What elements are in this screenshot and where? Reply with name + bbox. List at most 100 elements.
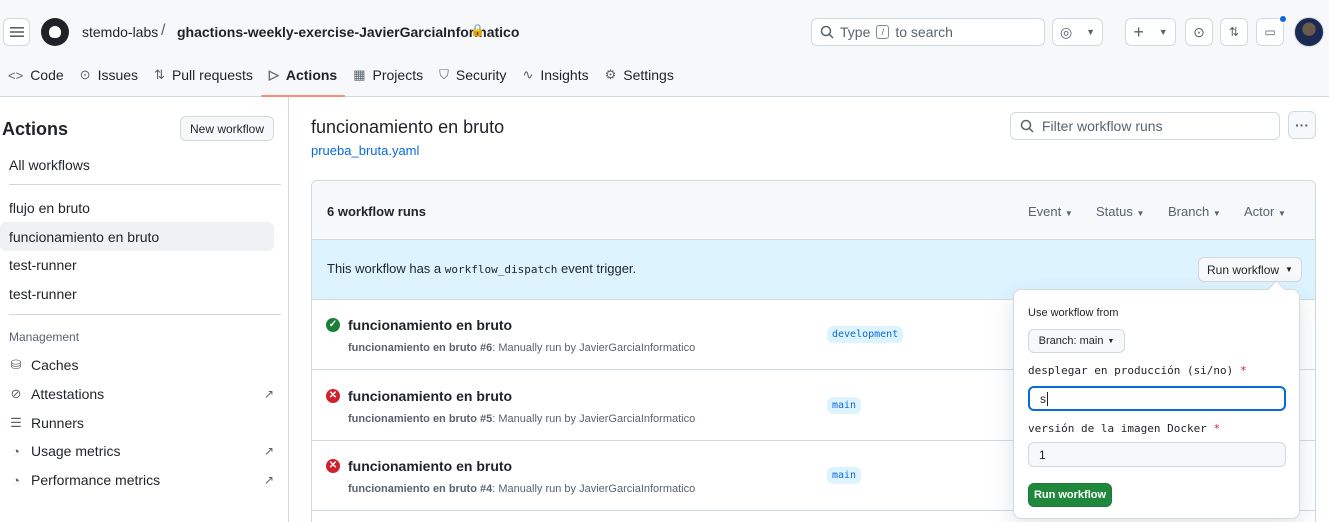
branch-select-button[interactable]: Branch: main ▼ <box>1028 329 1125 353</box>
input-value: 1 <box>1039 447 1046 462</box>
sidebar-title: Actions <box>2 119 69 139</box>
docker-version-input[interactable]: 1 <box>1028 442 1286 467</box>
tab-pull-requests[interactable]: ⇅ Pull requests <box>146 60 261 90</box>
sidebar-item-label: Usage metrics <box>31 443 121 459</box>
run-number: #4 <box>480 483 493 495</box>
code-icon: <> <box>8 67 24 83</box>
run-subtitle: funcionamiento en bruto #4: Manually run… <box>348 483 695 495</box>
x-circle-icon: ✕ <box>326 459 340 473</box>
meter-icon: ◔ <box>12 443 20 459</box>
banner-code: workflow_dispatch <box>444 263 558 276</box>
check-circle-icon: ✓ <box>326 318 340 332</box>
run-detail: : Manually run by JavierGarciaInformatic… <box>492 483 696 495</box>
create-new-button[interactable]: + ▼ <box>1125 18 1176 46</box>
tab-insights[interactable]: ∿ Insights <box>514 60 596 90</box>
sidebar-divider <box>9 184 281 185</box>
sidebar-divider <box>9 314 281 315</box>
run-workflow-name: funcionamiento en bruto <box>348 483 477 495</box>
filter-event[interactable]: Event ▼ <box>1028 204 1073 219</box>
management-heading: Management <box>9 330 80 344</box>
breadcrumb-separator: / <box>161 22 166 39</box>
run-title[interactable]: funcionamiento en bruto <box>348 458 512 474</box>
filter-label: Actor <box>1244 204 1275 219</box>
run-title[interactable]: funcionamiento en bruto <box>348 388 512 404</box>
sidebar-item-workflow[interactable]: test-runner <box>0 279 274 308</box>
filter-label: Status <box>1096 204 1133 219</box>
tab-issues[interactable]: ⊙ Issues <box>72 60 146 90</box>
new-workflow-button[interactable]: New workflow <box>180 116 274 141</box>
triangle-down-icon: ▼ <box>1285 265 1293 274</box>
github-logo-icon[interactable] <box>41 18 69 46</box>
branch-badge[interactable]: main <box>827 397 862 414</box>
branch-badge[interactable]: main <box>827 467 862 484</box>
run-workflow-dropdown-button[interactable]: Run workflow ▼ <box>1198 257 1302 282</box>
branch-badge[interactable]: development <box>827 326 904 343</box>
external-link-icon: ↗ <box>263 387 274 401</box>
sidebar-item-workflow-selected[interactable]: funcionamiento en bruto <box>0 222 274 251</box>
run-detail: : Manually run by JavierGarciaInformatic… <box>492 342 696 354</box>
sidebar-item-label: Caches <box>31 357 79 373</box>
repo-nav: <> Code ⊙ Issues ⇅ Pull requests ▷ Actions ▦… <box>0 60 682 97</box>
avatar[interactable] <box>1294 17 1324 47</box>
breadcrumb-repo[interactable]: ghactions-weekly-exercise-JavierGarciaIn… <box>177 24 519 40</box>
run-subtitle: funcionamiento en bruto #5: Manually run… <box>348 413 695 425</box>
filter-branch[interactable]: Branch ▼ <box>1168 204 1221 219</box>
filter-actor[interactable]: Actor ▼ <box>1244 204 1286 219</box>
issue-icon: ⊙ <box>79 67 91 82</box>
breadcrumb-owner[interactable]: stemdo-labs <box>82 24 158 40</box>
tab-actions[interactable]: ▷ Actions <box>260 60 346 97</box>
tab-settings[interactable]: ⚙ Settings <box>597 60 682 90</box>
run-title[interactable]: funcionamiento en bruto <box>348 317 512 333</box>
triangle-down-icon: ▼ <box>1277 209 1286 218</box>
filter-status[interactable]: Status ▼ <box>1096 204 1144 219</box>
sidebar-item-usage-metrics[interactable]: ◔ Usage metrics ↗ <box>9 439 274 463</box>
sidebar-item-caches[interactable]: ⛁ Caches <box>9 353 274 377</box>
sidebar-item-workflow[interactable]: test-runner <box>0 250 274 279</box>
run-number: #6 <box>480 342 493 354</box>
menu-button[interactable] <box>3 18 30 46</box>
tab-label: Security <box>455 67 507 83</box>
filter-label: Branch <box>1168 204 1210 219</box>
run-workflow-submit-button[interactable]: Run workflow <box>1028 483 1112 507</box>
chevron-down-icon: ▼ <box>1086 27 1096 37</box>
sidebar-item-attestations[interactable]: ⊘ Attestations ↗ <box>9 382 274 406</box>
table-icon: ▦ <box>353 67 366 82</box>
sidebar-item-performance-metrics[interactable]: ◔ Performance metrics ↗ <box>9 468 274 492</box>
tab-label: Code <box>30 67 64 83</box>
workflow-title: funcionamiento en bruto <box>311 117 505 137</box>
kebab-horizontal-icon: ··· <box>1295 117 1309 133</box>
notification-indicator <box>1279 15 1287 23</box>
more-options-button[interactable]: ··· <box>1288 111 1316 139</box>
deploy-production-input[interactable]: s <box>1028 386 1286 411</box>
search-input[interactable]: Type / to search <box>811 18 1045 46</box>
play-icon: ▷ <box>268 67 279 82</box>
issues-button[interactable]: ⊙ <box>1185 18 1213 46</box>
sidebar-item-all-workflows[interactable]: All workflows <box>0 150 274 179</box>
meter-icon: ◔ <box>12 472 20 488</box>
search-placeholder-suffix: to search <box>895 24 953 40</box>
workflow-file-link[interactable]: prueba_bruta.yaml <box>311 143 419 158</box>
sidebar-item-runners[interactable]: ☰ Runners <box>9 411 274 435</box>
run-workflow-name: funcionamiento en bruto <box>348 413 477 425</box>
lock-icon: 🔒 <box>470 23 485 37</box>
filter-placeholder: Filter workflow runs <box>1042 118 1163 134</box>
tab-security[interactable]: ⛉ Security <box>431 60 514 90</box>
tab-label: Issues <box>97 67 139 83</box>
input-label-docker-version: versión de la imagen Docker * <box>1028 422 1220 435</box>
repo-header: stemdo-labs / ghactions-weekly-exercise-… <box>0 0 1329 97</box>
sidebar-item-workflow[interactable]: flujo en bruto <box>0 193 274 222</box>
server-icon: ☰ <box>10 415 22 430</box>
pull-request-icon: ⇅ <box>1228 25 1240 39</box>
triangle-down-icon: ▼ <box>1107 337 1115 345</box>
tab-label: Projects <box>372 67 424 83</box>
filter-runs-input[interactable]: Filter workflow runs <box>1010 112 1280 140</box>
required-mark: * <box>1239 364 1247 377</box>
use-workflow-from-label: Use workflow from <box>1028 307 1119 319</box>
tab-projects[interactable]: ▦ Projects <box>345 60 431 90</box>
text-cursor <box>1047 391 1048 406</box>
search-shortcut-key: / <box>876 25 890 39</box>
tab-code[interactable]: <> Code <box>0 60 72 90</box>
pull-requests-button[interactable]: ⇅ <box>1220 18 1248 46</box>
copilot-button[interactable]: ◎ ▼ <box>1052 18 1103 46</box>
run-subtitle: funcionamiento en bruto #6: Manually run… <box>348 342 695 354</box>
